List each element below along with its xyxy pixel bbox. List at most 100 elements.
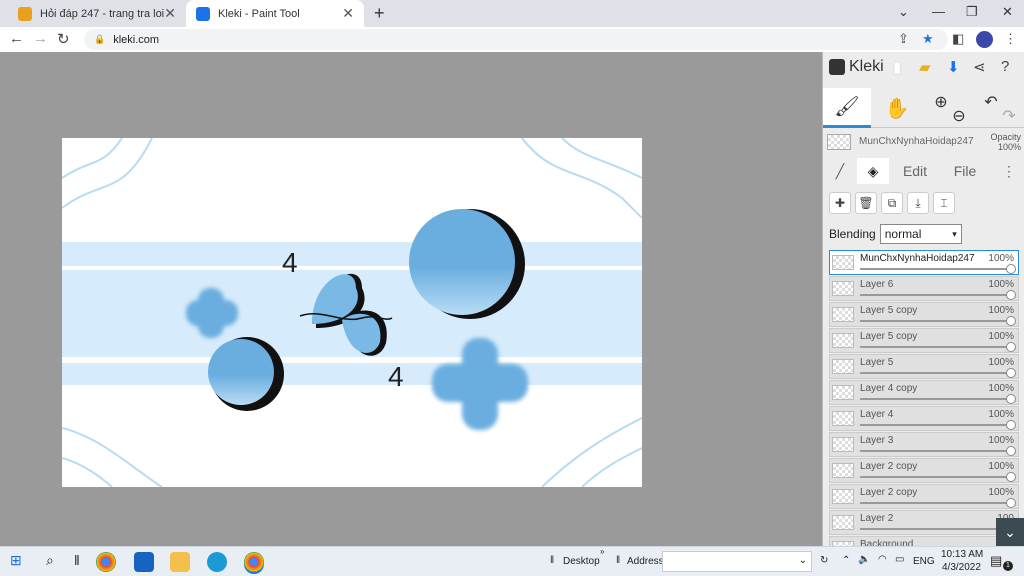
bookmark-star-icon[interactable]: ★: [922, 31, 934, 47]
address-bar[interactable]: 🔒 kleki.com: [84, 29, 948, 50]
collapse-panel-button[interactable]: ⌄: [996, 518, 1024, 546]
side-panel-icon[interactable]: ◧: [952, 31, 964, 47]
duplicate-layer-button[interactable]: ⧉: [881, 192, 903, 214]
tab-edit[interactable]: Edit: [893, 158, 937, 184]
layer-row[interactable]: MunChxNynhaHoidap247 100%: [829, 250, 1019, 275]
chevron-right-icon[interactable]: »: [600, 547, 604, 556]
opacity-slider-knob[interactable]: [1006, 342, 1016, 352]
layer-row[interactable]: Layer 6 100%: [829, 276, 1019, 301]
layer-row[interactable]: Layer 2 copy 100%: [829, 458, 1019, 483]
opacity-slider-track[interactable]: [860, 450, 1010, 452]
opacity-slider-track[interactable]: [860, 294, 1010, 296]
chrome-icon[interactable]: [96, 552, 116, 572]
opacity-slider-knob[interactable]: [1006, 316, 1016, 326]
opacity-slider-knob[interactable]: [1006, 446, 1016, 456]
opacity-slider-track[interactable]: [860, 320, 1010, 322]
volume-icon[interactable]: 🔈: [858, 554, 870, 565]
opacity-slider-knob[interactable]: [1006, 472, 1016, 482]
layer-row[interactable]: Layer 5 copy 100%: [829, 328, 1019, 353]
desktop-toolbar[interactable]: Desktop: [563, 556, 600, 567]
notification-icon[interactable]: ▤: [990, 553, 1002, 569]
layer-opacity: 100%: [988, 409, 1014, 420]
add-layer-button[interactable]: ✚: [829, 192, 851, 214]
opacity-slider-track[interactable]: [860, 502, 1010, 504]
workspace[interactable]: 4 4: [0, 52, 822, 546]
tab-layers[interactable]: ◈: [857, 158, 889, 184]
tab-kleki[interactable]: Kleki - Paint Tool ✕: [186, 0, 364, 27]
go-icon[interactable]: ↻: [820, 555, 828, 566]
clock-time[interactable]: 10:13 AM: [941, 549, 983, 560]
rename-layer-button[interactable]: ⌶: [933, 192, 955, 214]
layer-row[interactable]: Layer 2100: [829, 510, 1019, 535]
merge-down-button[interactable]: ⤓: [907, 192, 929, 214]
layer-row[interactable]: Layer 5 100%: [829, 354, 1019, 379]
opacity-slider-track[interactable]: [860, 346, 1010, 348]
help-icon[interactable]: ?: [1001, 58, 1009, 75]
opacity-slider-knob[interactable]: [1006, 290, 1016, 300]
file-explorer-icon[interactable]: [170, 552, 190, 572]
opacity-slider-track[interactable]: [860, 372, 1010, 374]
layer-row[interactable]: Background: [829, 536, 1019, 546]
forward-icon[interactable]: →: [33, 30, 48, 47]
layer-row[interactable]: Layer 2 copy 100%: [829, 484, 1019, 509]
search-icon[interactable]: ⌕: [46, 552, 54, 569]
chevron-down-icon[interactable]: ⌄: [799, 555, 807, 566]
drawing-canvas[interactable]: 4 4: [62, 138, 642, 487]
delete-layer-button[interactable]: 🗑: [855, 192, 877, 214]
layer-row[interactable]: Layer 4 copy 100%: [829, 380, 1019, 405]
close-window-button[interactable]: ✕: [1002, 4, 1013, 20]
task-view-icon[interactable]: ‖: [74, 552, 80, 568]
menu-icon[interactable]: ⋮: [1004, 31, 1017, 47]
show-hidden-icons-icon[interactable]: ⌃: [842, 555, 850, 566]
chrome-active-icon[interactable]: [244, 552, 264, 572]
tab-search-icon[interactable]: ⌄: [898, 4, 909, 20]
open-folder-icon[interactable]: ▰: [919, 58, 931, 76]
edge-icon[interactable]: [207, 552, 227, 572]
lock-icon: 🔒: [94, 34, 106, 44]
layer-row[interactable]: Layer 3 100%: [829, 432, 1019, 457]
brush-tool-button[interactable]: 🖌: [823, 88, 871, 128]
undo-icon: ↶: [984, 94, 998, 111]
battery-icon[interactable]: ▭: [895, 554, 904, 565]
clock-date[interactable]: 4/3/2022: [942, 562, 981, 573]
close-tab-icon[interactable]: ✕: [164, 5, 176, 22]
opacity-slider-knob[interactable]: [1006, 394, 1016, 404]
more-options-icon[interactable]: ⋮: [999, 158, 1019, 184]
share-icon[interactable]: ⇪: [898, 31, 909, 47]
opacity-slider-track[interactable]: [860, 398, 1010, 400]
layer-row[interactable]: Layer 4 100%: [829, 406, 1019, 431]
reload-icon[interactable]: ↻: [57, 30, 70, 48]
wifi-icon[interactable]: ◠: [878, 554, 887, 565]
store-icon[interactable]: [134, 552, 154, 572]
tab-brush-settings[interactable]: ╱: [827, 158, 853, 184]
new-image-icon[interactable]: ▮: [893, 58, 901, 76]
share-icon[interactable]: ⋖: [973, 58, 986, 76]
opacity-slider-knob[interactable]: [1006, 420, 1016, 430]
opacity-slider-track[interactable]: [860, 424, 1010, 426]
tab-hoidap[interactable]: Hỏi đáp 247 - trang tra loi ✕: [8, 0, 186, 27]
language-indicator[interactable]: ENG: [913, 556, 935, 567]
new-tab-button[interactable]: +: [374, 3, 385, 24]
opacity-slider-knob[interactable]: [1006, 498, 1016, 508]
back-icon[interactable]: ←: [9, 30, 24, 47]
blending-select[interactable]: normal ▾: [879, 224, 962, 244]
separator-icon: ‖: [550, 555, 555, 566]
close-tab-icon[interactable]: ✕: [342, 5, 354, 22]
opacity-slider-knob[interactable]: [1006, 264, 1016, 274]
download-icon[interactable]: ⬇: [947, 58, 960, 76]
restore-button[interactable]: ❐: [966, 4, 978, 20]
opacity-slider-track[interactable]: [860, 268, 1010, 270]
profile-avatar[interactable]: [976, 31, 993, 48]
opacity-slider-knob[interactable]: [1006, 368, 1016, 378]
layer-row[interactable]: Layer 5 copy 100%: [829, 302, 1019, 327]
opacity-slider-track[interactable]: [860, 476, 1010, 478]
hand-tool-button[interactable]: ✋: [873, 88, 921, 128]
redo-button[interactable]: ↷: [997, 96, 1021, 136]
tab-file[interactable]: File: [947, 158, 983, 184]
zoom-out-button[interactable]: ⊖: [947, 96, 971, 136]
windows-start-icon[interactable]: ⊞: [10, 552, 22, 569]
address-toolbar-input[interactable]: ⌄: [662, 551, 812, 572]
layer-thumbnail: [832, 333, 854, 348]
opacity-slider-track[interactable]: [860, 528, 1010, 530]
minimize-button[interactable]: —: [932, 4, 945, 19]
